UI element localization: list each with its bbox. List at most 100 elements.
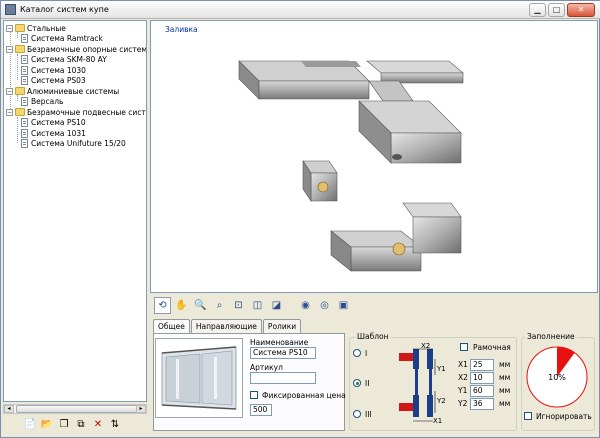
document-icon (21, 128, 28, 138)
price-field[interactable]: 500 (250, 404, 272, 416)
tree-horizontal-scrollbar[interactable]: ◂ ▸ (3, 404, 147, 414)
article-label: Артикул (250, 363, 283, 372)
tree-node-label: Система 1030 (31, 65, 86, 75)
template-option-2-radio[interactable] (353, 379, 361, 387)
tree-folder-node[interactable]: − Безрамочные подвесные системы (6, 107, 146, 117)
template-option-1-radio[interactable] (353, 349, 361, 357)
tree-system-node[interactable]: Система Ramtrack (21, 34, 103, 44)
folder-icon (15, 24, 25, 32)
document-icon (21, 65, 28, 75)
properties-tabs: Общее Направляющие Ролики (153, 319, 302, 334)
tab-1[interactable]: Направляющие (190, 319, 262, 333)
tree-node-label: Система PS03 (31, 76, 86, 85)
zoom-icon[interactable]: 🔍 (192, 297, 209, 314)
fill-pie-chart: 10% (526, 346, 588, 408)
x1-dimension-text: X1 (433, 417, 442, 425)
document-icon (21, 97, 28, 106)
tree-node-label: Система PS10 (31, 118, 86, 127)
template-option-3-radio[interactable] (353, 410, 361, 418)
tree-folder-node[interactable]: − Стальные (6, 23, 66, 33)
title-bar: Каталог систем купе ▁ □ ✕ (1, 1, 600, 19)
frame-checkbox[interactable] (460, 343, 468, 351)
render-mode-label: Заливка (165, 25, 198, 34)
tree-node-label: Система Unifuture 15/20 (31, 139, 126, 148)
system-preview-image (155, 338, 243, 418)
fixed-price-checkbox[interactable] (250, 391, 258, 399)
x2-dimension-text: X2 (421, 342, 430, 350)
scroll-thumb[interactable] (16, 405, 138, 413)
folder-icon (15, 45, 25, 53)
render-wire-icon[interactable]: ◎ (316, 297, 333, 314)
collapse-toggle-icon[interactable]: − (6, 87, 13, 95)
template-profile-diagram: X2 Y1 Y2 X1 (399, 342, 446, 425)
duplicate-icon[interactable]: ⧉ (73, 416, 89, 432)
tree-system-node[interactable]: Система PS03 (21, 76, 86, 86)
dim-value-field[interactable]: 36 (470, 398, 494, 410)
catalog-tree[interactable]: − Стальные Система Ramtrack − Безрамочные оп… (3, 20, 147, 402)
tree-node-label: Система Ramtrack (31, 34, 103, 43)
tree-node-label: Алюминиевые системы (27, 86, 120, 96)
dim-label: Y2 (458, 399, 468, 408)
tree-system-node[interactable]: Система SKM-80 AY (21, 55, 107, 65)
y1-dimension-text: Y1 (436, 365, 446, 373)
tree-system-node[interactable]: Система PS10 (21, 118, 86, 128)
document-icon (21, 76, 28, 85)
delete-icon[interactable]: ✕ (90, 416, 106, 432)
template-group-title: Шаблон (355, 332, 391, 341)
tree-node-label: Система 1031 (31, 128, 86, 138)
dim-unit-label: мм (499, 399, 511, 408)
close-button[interactable]: ✕ (567, 3, 595, 17)
rotate-icon[interactable]: ⟲ (154, 297, 171, 314)
dim-value-field[interactable]: 60 (470, 385, 494, 397)
y2-dimension-text: Y2 (436, 397, 446, 405)
view-toolbar: ⟲ ✋ 🔍 ⌕ ⊡ ◫ ◪ ◉ ◎ ▣ (150, 295, 598, 317)
open-folder-icon[interactable]: 📂 (39, 416, 55, 432)
scroll-left-arrow[interactable]: ◂ (4, 405, 14, 413)
render-texture-icon[interactable]: ▣ (335, 297, 352, 314)
ignore-label: Игнорировать (536, 412, 592, 421)
dim-value-field[interactable]: 10 (470, 372, 494, 384)
zoom-extents-icon[interactable]: ⊡ (230, 297, 247, 314)
pan-hand-icon[interactable]: ✋ (173, 297, 190, 314)
tree-node-label: Стальные (27, 23, 66, 33)
app-icon (5, 4, 16, 15)
scroll-right-arrow[interactable]: ▸ (136, 405, 146, 413)
sort-icon[interactable]: ⇅ (107, 416, 123, 432)
tree-node-label: Безрамочные опорные системы (27, 44, 147, 54)
tree-system-node[interactable]: Система 1031 (21, 128, 86, 138)
tree-node-label: Версаль (31, 97, 64, 106)
collapse-toggle-icon[interactable]: − (6, 108, 13, 116)
view-side-icon[interactable]: ◪ (268, 297, 285, 314)
3d-viewport[interactable]: Заливка (150, 20, 598, 293)
main-window: Каталог систем купе ▁ □ ✕ − Стальные Систе… (0, 0, 600, 438)
template-option-2-label: II (365, 379, 370, 388)
tree-node-label: Безрамочные подвесные системы (27, 107, 146, 117)
folder-icon (15, 87, 25, 95)
fill-percent-text: 10% (548, 373, 566, 382)
tree-system-node[interactable]: Система Unifuture 15/20 (21, 139, 126, 149)
template-option-1-label: I (365, 349, 368, 358)
view-front-icon[interactable]: ◫ (249, 297, 266, 314)
tree-system-node[interactable]: Версаль (21, 97, 63, 107)
copy-icon[interactable]: ❐ (56, 416, 72, 432)
tree-system-node[interactable]: Система 1030 (21, 65, 86, 75)
article-field[interactable] (250, 372, 316, 384)
tab-2[interactable]: Ролики (262, 319, 302, 333)
tree-folder-node[interactable]: − Алюминиевые системы (6, 86, 119, 96)
tab-0[interactable]: Общее (153, 319, 190, 334)
name-field[interactable]: Система PS10 (250, 347, 316, 359)
ignore-checkbox[interactable] (524, 412, 532, 420)
tree-folder-node[interactable]: − Безрамочные опорные системы (6, 44, 147, 54)
dim-unit-label: мм (499, 360, 511, 369)
zoom-window-icon[interactable]: ⌕ (211, 297, 228, 314)
template-option-3-label: III (365, 410, 372, 419)
minimize-button[interactable]: ▁ (529, 3, 546, 17)
maximize-button[interactable]: □ (548, 3, 565, 17)
collapse-toggle-icon[interactable]: − (6, 45, 13, 53)
profile-3d-model (238, 60, 464, 272)
new-icon[interactable]: 📄 (22, 416, 38, 432)
collapse-toggle-icon[interactable]: − (6, 24, 13, 32)
render-shaded-icon[interactable]: ◉ (297, 297, 314, 314)
dim-unit-label: мм (499, 373, 511, 382)
dim-value-field[interactable]: 25 (470, 359, 494, 371)
